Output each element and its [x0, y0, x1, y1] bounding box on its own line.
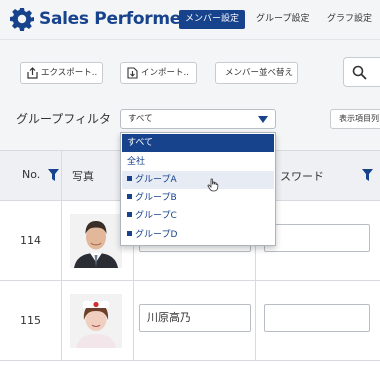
filter-icon[interactable] — [362, 169, 373, 181]
dropdown-arrow-icon[interactable] — [258, 116, 268, 123]
app-logo: Sales Performer — [10, 7, 189, 31]
dropdown-option-all[interactable]: すべて — [122, 134, 274, 152]
column-header-password-label: スワード — [280, 170, 324, 183]
sort-members-label: メンバー並べ替え — [225, 68, 294, 78]
gear-logo-icon — [10, 8, 34, 31]
table-row: 115 川原高乃 — [0, 281, 380, 361]
search-icon — [352, 65, 367, 80]
column-header-photo-label: 写真 — [72, 170, 94, 183]
dropdown-option-group-d[interactable]: グループD — [122, 226, 274, 244]
export-icon — [27, 67, 38, 79]
name-input[interactable]: 川原高乃 — [139, 304, 251, 332]
group-filter-dropdown: すべて 全社 グループA グループB グループC グループD — [120, 132, 276, 246]
option-label: グループD — [135, 230, 178, 240]
sort-members-button[interactable]: メンバー並べ替え — [215, 62, 298, 84]
group-filter-select[interactable]: すべて — [120, 109, 276, 129]
photo-cell — [62, 281, 134, 361]
option-label: グループB — [135, 193, 177, 203]
password-cell — [256, 281, 380, 361]
password-input[interactable] — [264, 304, 370, 332]
hand-cursor-icon — [207, 178, 219, 192]
filter-icon[interactable] — [48, 169, 59, 181]
export-button[interactable]: エクスポート.. — [20, 62, 103, 84]
import-label: インポート.. — [141, 68, 189, 78]
dropdown-option-group-b[interactable]: グループB — [122, 189, 274, 207]
display-items-button[interactable]: 表示項目列 — [330, 109, 380, 129]
dropdown-option-group-a[interactable]: グループA — [122, 171, 274, 189]
row-number: 114 — [0, 201, 62, 281]
name-cell: 川原高乃 — [134, 281, 256, 361]
dropdown-option-group-c[interactable]: グループC — [122, 207, 274, 225]
search-button[interactable] — [343, 57, 380, 87]
square-bullet-icon — [127, 194, 132, 199]
import-icon — [127, 67, 138, 79]
option-label: 全社 — [127, 157, 146, 167]
option-label: すべて — [127, 138, 154, 148]
dropdown-option-company[interactable]: 全社 — [122, 153, 274, 171]
column-header-no-label: No. — [22, 168, 41, 181]
group-filter-label: グループフィルタ — [16, 112, 112, 126]
export-label: エクスポート.. — [41, 68, 98, 78]
member-photo[interactable] — [70, 214, 122, 268]
square-bullet-icon — [127, 212, 132, 217]
import-button[interactable]: インポート.. — [120, 62, 197, 84]
column-header-no[interactable]: No. — [0, 151, 62, 201]
square-bullet-icon — [127, 176, 132, 181]
row-number: 115 — [0, 281, 62, 361]
password-input[interactable] — [264, 224, 370, 252]
app-title: Sales Performer — [39, 9, 190, 29]
app-header: Sales Performer メンバー設定 グループ設定 グラフ設定 — [0, 0, 380, 40]
option-label: グループA — [135, 175, 177, 185]
tab-group-settings[interactable]: グループ設定 — [256, 10, 309, 29]
tab-graph-settings[interactable]: グラフ設定 — [327, 10, 372, 29]
tab-member-settings[interactable]: メンバー設定 — [179, 10, 246, 29]
square-bullet-icon — [127, 231, 132, 236]
member-photo[interactable] — [70, 294, 122, 348]
option-label: グループC — [135, 211, 177, 221]
group-filter-value: すべて — [128, 114, 153, 124]
